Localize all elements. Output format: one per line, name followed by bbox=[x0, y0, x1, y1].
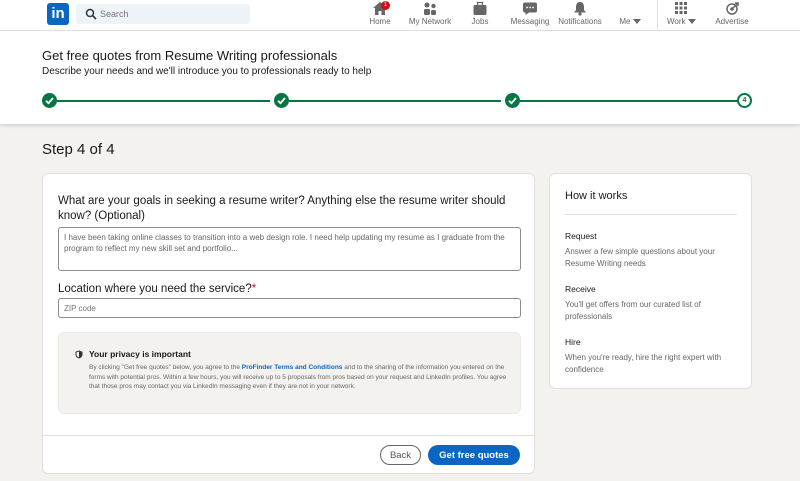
messaging-icon bbox=[523, 2, 537, 15]
zip-code-input[interactable] bbox=[58, 298, 521, 318]
checkmark-icon bbox=[508, 97, 517, 105]
terms-link[interactable]: ProFinder Terms and Conditions bbox=[242, 364, 343, 371]
top-nav: in Home 1 My Network Jobs Messaging Noti… bbox=[0, 0, 800, 31]
checkmark-icon bbox=[277, 97, 286, 105]
progress-line-3 bbox=[520, 100, 737, 102]
back-button[interactable]: Back bbox=[380, 445, 421, 465]
how-step-title: Receive bbox=[565, 284, 596, 294]
how-step-receive: Receive You'll get offers from our curat… bbox=[565, 284, 740, 323]
progress-line-1 bbox=[57, 100, 270, 102]
nav-messaging-label: Messaging bbox=[510, 17, 550, 26]
nav-my-network[interactable]: My Network bbox=[407, 0, 453, 31]
nav-jobs[interactable]: Jobs bbox=[468, 0, 492, 31]
privacy-text-before: By clicking "Get free quotes" below, you… bbox=[89, 364, 242, 371]
nav-home-label: Home bbox=[369, 17, 391, 26]
checkmark-icon bbox=[45, 97, 54, 105]
nav-messaging[interactable]: Messaging bbox=[510, 0, 550, 31]
nav-notifications[interactable]: Notifications bbox=[558, 0, 602, 31]
how-step-desc: Answer a few simple questions about your… bbox=[565, 247, 715, 268]
required-marker: * bbox=[251, 283, 257, 295]
how-step-title: Request bbox=[565, 231, 597, 241]
how-step-title: Hire bbox=[565, 337, 581, 347]
location-label-wrap: Location where you need the service?* bbox=[58, 283, 256, 295]
step-title: Step 4 of 4 bbox=[42, 141, 115, 158]
goals-textarea[interactable]: I have been taking online classes to tra… bbox=[58, 227, 521, 271]
how-it-works-card: How it works Request Answer a few simple… bbox=[549, 173, 752, 389]
privacy-title: Your privacy is important bbox=[89, 349, 191, 359]
quote-form-card: What are your goals in seeking a resume … bbox=[42, 173, 535, 474]
nav-notifications-label: Notifications bbox=[558, 17, 602, 26]
nav-me-label-wrap: Me bbox=[617, 17, 643, 26]
progress-step-4: 4 bbox=[737, 93, 752, 108]
search-bar[interactable] bbox=[76, 4, 250, 24]
avatar-icon bbox=[624, 2, 636, 14]
home-notification-badge: 1 bbox=[381, 1, 390, 10]
shield-icon bbox=[75, 350, 83, 359]
chevron-down-icon bbox=[687, 19, 696, 25]
network-icon bbox=[424, 2, 436, 15]
progress-step-1 bbox=[42, 93, 57, 108]
nav-me-label: Me bbox=[619, 17, 631, 26]
page-subtitle: Describe your needs and we'll introduce … bbox=[42, 66, 372, 77]
nav-advertise-label: Advertise bbox=[715, 17, 749, 26]
advertise-icon bbox=[726, 2, 739, 15]
chevron-down-icon bbox=[632, 19, 641, 25]
grid-icon bbox=[675, 2, 687, 14]
privacy-notice: Your privacy is important By clicking "G… bbox=[58, 332, 521, 414]
nav-jobs-label: Jobs bbox=[471, 17, 489, 26]
get-free-quotes-button[interactable]: Get free quotes bbox=[428, 445, 520, 465]
nav-advertise[interactable]: Advertise bbox=[714, 0, 750, 31]
nav-my-network-label: My Network bbox=[408, 17, 452, 26]
progress-step-3 bbox=[505, 93, 520, 108]
privacy-text: By clicking "Get free quotes" below, you… bbox=[89, 363, 509, 392]
search-input[interactable] bbox=[100, 4, 245, 24]
bell-icon bbox=[574, 2, 586, 16]
search-icon bbox=[85, 8, 97, 20]
card-footer-divider bbox=[43, 435, 534, 436]
how-step-request: Request Answer a few simple questions ab… bbox=[565, 231, 740, 270]
goals-label: What are your goals in seeking a resume … bbox=[58, 195, 506, 222]
how-it-works-divider bbox=[565, 214, 737, 215]
jobs-icon bbox=[473, 1, 487, 15]
linkedin-logo[interactable]: in bbox=[47, 3, 69, 25]
how-it-works-title: How it works bbox=[565, 190, 628, 202]
nav-work-label-wrap: Work bbox=[667, 17, 696, 26]
how-step-desc: When you're ready, hire the right expert… bbox=[565, 353, 722, 374]
nav-divider bbox=[657, 0, 658, 31]
quote-header: Get free quotes from Resume Writing prof… bbox=[0, 31, 800, 124]
nav-work[interactable]: Work bbox=[667, 0, 696, 31]
progress-step-2 bbox=[274, 93, 289, 108]
nav-me[interactable]: Me bbox=[617, 0, 643, 31]
how-step-desc: You'll get offers from our curated list … bbox=[565, 300, 701, 321]
progress-line-2 bbox=[289, 100, 501, 102]
nav-work-label: Work bbox=[667, 17, 686, 26]
how-step-hire: Hire When you're ready, hire the right e… bbox=[565, 337, 740, 376]
location-label: Location where you need the service? bbox=[58, 283, 252, 295]
page-title: Get free quotes from Resume Writing prof… bbox=[42, 48, 338, 63]
